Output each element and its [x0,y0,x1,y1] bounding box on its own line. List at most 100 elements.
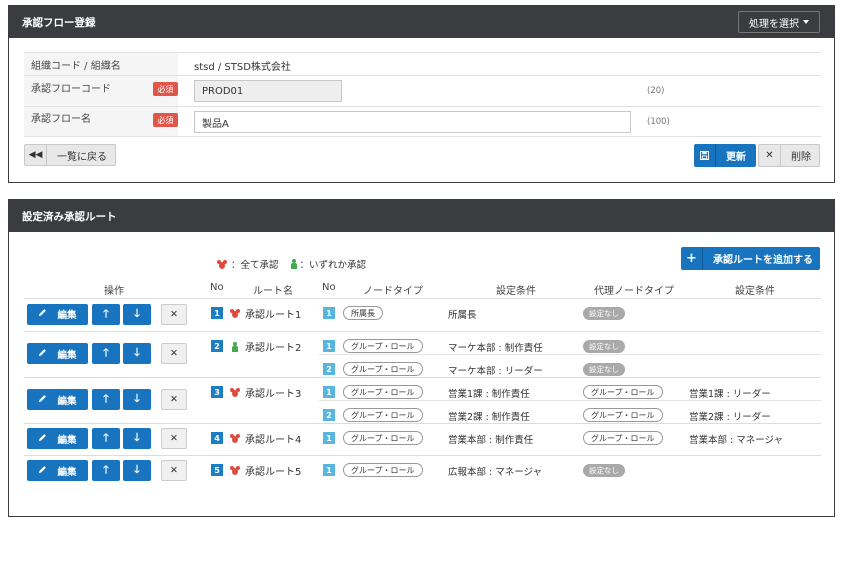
col-proxy-condition-header: 設定条件 [735,286,775,297]
node-condition: 営業2課 : 制作責任 [448,412,530,423]
route-name: 承認ルート1 [245,310,302,321]
add-route-button[interactable]: + 承認ルートを追加する [681,247,820,270]
arrow-up-icon: 🡑 [103,306,109,320]
move-down-button[interactable]: 🡓 [123,343,151,364]
remove-route-button[interactable]: ✕ [161,343,187,364]
edit-button[interactable]: 編集 [27,303,88,325]
edit-button[interactable]: 編集 [27,343,88,364]
proxy-none-badge: 設定なし [583,340,625,353]
panel-title: 承認フロー登録 [22,16,96,29]
legend-all-text: ：全て承認 [231,260,279,271]
org-row: 組織コード / 組織名 stsd / STSD株式会社 [24,52,821,75]
legend-any-text: ：いずれか承認 [299,260,367,271]
remove-route-button[interactable]: ✕ [161,428,187,449]
flow-name-label: 承認フロー名 必須 [24,107,178,136]
arrow-down-icon: 🡓 [134,346,140,359]
flow-name-input[interactable]: 製品A [194,111,631,133]
node-condition: 営業1課 : 制作責任 [448,389,530,400]
node-type-tag: 所属長 [343,306,383,320]
configured-routes-panel: 設定済み承認ルート ：全て承認 ：いずれか承認 + 承認ルートを追加する 操作 … [8,199,835,517]
users-icon [230,466,241,475]
route-name-cell: 承認ルート2 [230,339,301,354]
move-up-button[interactable]: 🡑 [92,303,120,325]
node-number: 1 [323,386,335,398]
remove-route-button[interactable]: ✕ [161,303,187,325]
edit-button[interactable]: 編集 [27,389,88,410]
close-icon: ✕ [170,394,178,405]
pencil-icon [38,465,47,477]
remove-route-button[interactable]: ✕ [161,460,187,481]
proxy-none-badge: 設定なし [583,363,625,376]
flow-name-row: 承認フロー名 必須 製品A (100) [24,106,821,137]
edit-button[interactable]: 編集 [27,460,88,481]
node-type-tag: グループ・ロール [343,431,423,445]
users-icon [230,309,241,318]
flow-code-label-text: 承認フローコード [31,83,111,95]
move-up-button[interactable]: 🡑 [92,428,120,449]
proxy-type-tag: グループ・ロール [583,431,663,445]
proxy-type-tag: グループ・ロール [583,408,663,422]
node-type-tag: グループ・ロール [343,339,423,353]
arrow-up-icon: 🡑 [103,346,109,359]
flow-code-input[interactable]: PROD01 [194,80,342,102]
flow-name-maxlength: (100) [647,117,670,127]
node-condition: 広報本部 : マネージャ [448,467,543,478]
save-icon [694,144,716,167]
delete-button[interactable]: ✕ 削除 [758,144,820,167]
back-to-list-button[interactable]: ◀◀ 一覧に戻る [24,144,116,166]
proxy-condition: 営業1課 : リーダー [689,389,771,400]
proxy-type-tag: グループ・ロール [583,385,663,399]
proxy-condition: 営業本部 : マネージャ [689,435,784,446]
user-icon [290,259,297,269]
node-condition: マーケ本部 : リーダー [448,366,543,377]
flow-name-label-text: 承認フロー名 [31,114,91,125]
node-number: 1 [323,307,335,319]
arrow-down-icon: 🡓 [134,431,140,444]
edit-label: 編集 [57,395,77,407]
move-down-button[interactable]: 🡓 [123,428,151,449]
divider [24,331,821,332]
arrow-up-icon: 🡑 [103,463,109,476]
move-up-button[interactable]: 🡑 [92,389,120,410]
remove-route-button[interactable]: ✕ [161,389,187,410]
divider [24,455,821,456]
action-select-dropdown[interactable]: 処理を選択 [738,11,820,33]
delete-label: 削除 [791,152,811,163]
back-label: 一覧に戻る [57,151,107,163]
panel-header: 承認フロー登録 処理を選択 [9,6,834,38]
node-number: 1 [323,340,335,352]
col-route-name-header: ルート名 [253,286,293,297]
arrow-down-icon: 🡓 [134,392,140,405]
move-down-button[interactable]: 🡓 [123,460,151,481]
col-node-no-header: No [322,282,336,293]
route-name: 承認ルート5 [245,467,302,478]
add-route-label: 承認ルートを追加する [713,255,813,266]
move-down-button[interactable]: 🡓 [123,389,151,410]
divider [319,400,821,401]
edit-label: 編集 [57,434,77,446]
close-icon: ✕ [759,145,781,166]
edit-label: 編集 [57,349,77,361]
route-type-legend: ：全て承認 ：いずれか承認 [217,257,366,271]
move-up-button[interactable]: 🡑 [92,343,120,364]
panel-title: 設定済み承認ルート [22,210,117,223]
arrow-down-icon: 🡓 [134,463,140,476]
move-up-button[interactable]: 🡑 [92,460,120,481]
users-icon [230,388,241,397]
col-route-no-header: No [210,282,224,293]
col-node-type-header: ノードタイプ [363,286,423,297]
edit-label: 編集 [57,310,77,321]
edit-button[interactable]: 編集 [27,428,88,449]
divider [24,298,821,299]
update-button[interactable]: 更新 [694,144,756,167]
pencil-icon [38,308,47,320]
col-actions-header: 操作 [104,286,124,297]
node-condition: マーケ本部 : 制作責任 [448,343,543,354]
route-number: 5 [211,464,223,476]
plus-icon: + [681,247,703,270]
panel-header: 設定済み承認ルート [9,200,834,232]
org-label: 組織コード / 組織名 [24,53,178,75]
move-down-button[interactable]: 🡓 [123,303,151,325]
required-badge: 必須 [153,113,178,127]
action-select-label: 処理を選択 [749,18,799,30]
